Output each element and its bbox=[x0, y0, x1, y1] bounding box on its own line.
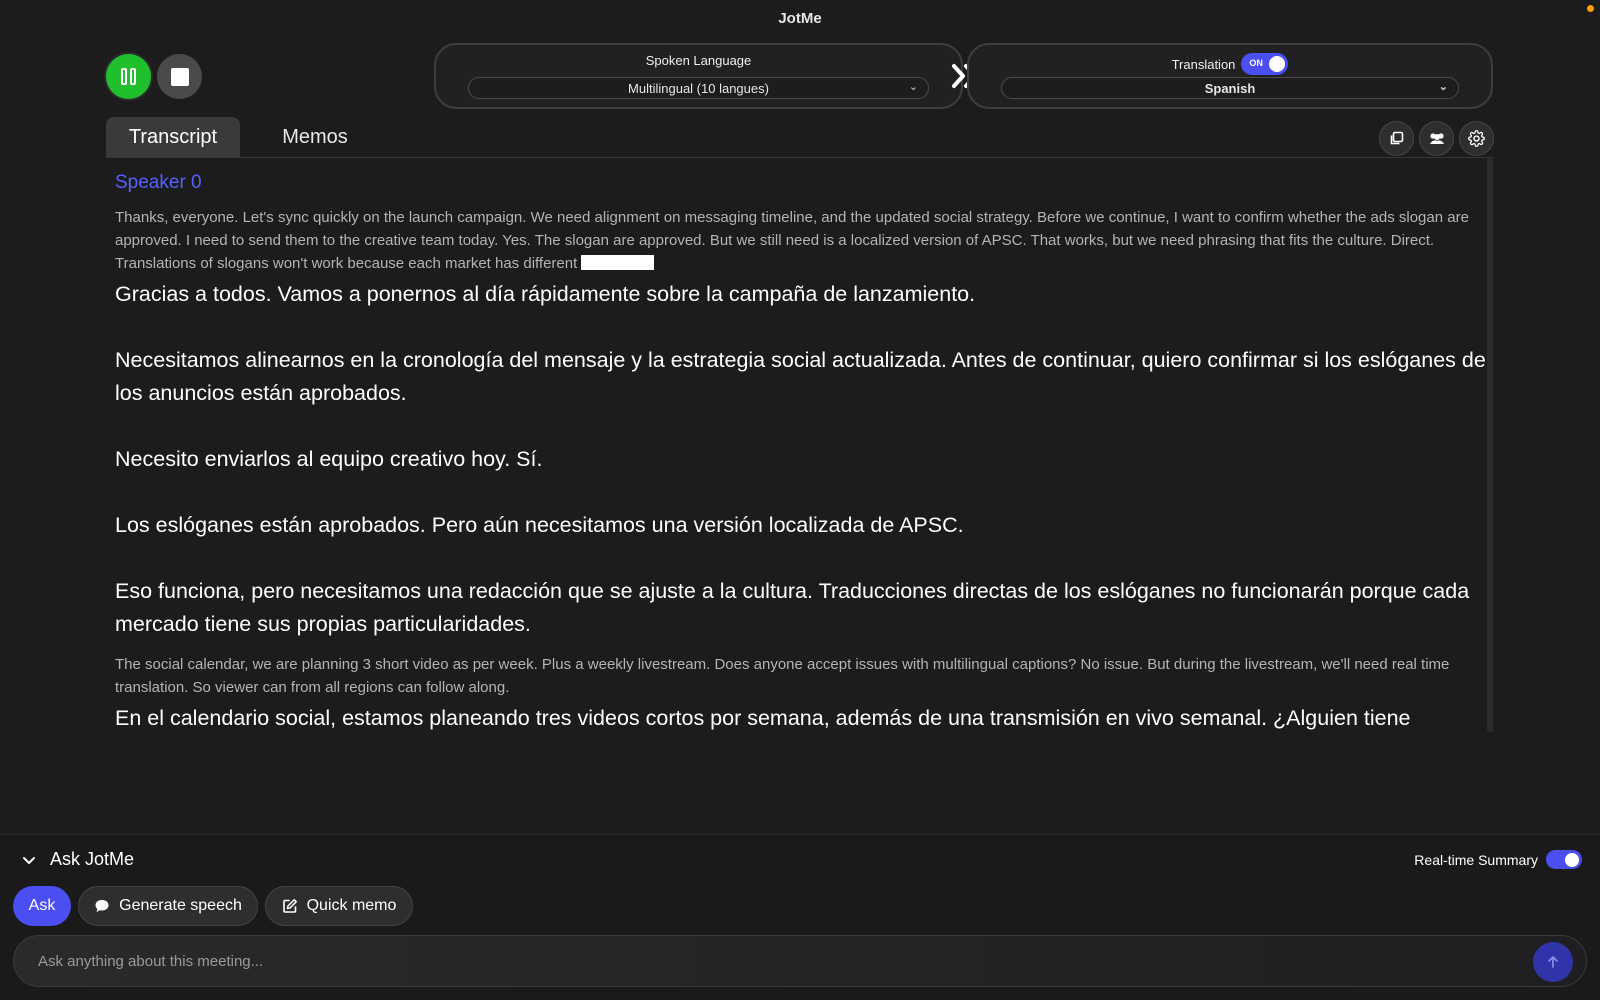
spoken-language-select[interactable]: Multilingual (10 langues) ⌄ bbox=[468, 77, 929, 99]
translated-paragraph: Eso funciona, pero necesitamos una redac… bbox=[115, 579, 1470, 636]
translation-header: Translation ON bbox=[969, 53, 1491, 75]
original-text-block: The social calendar, we are planning 3 s… bbox=[115, 653, 1486, 699]
tab-transcript-label: Transcript bbox=[128, 125, 218, 148]
translated-paragraph: En el calendario social, estamos planean… bbox=[115, 706, 1411, 730]
ask-panel: Ask JotMe Real-time Summary Ask Generate… bbox=[0, 834, 1600, 1000]
spoken-language-panel: Spoken Language Multilingual (10 langues… bbox=[434, 43, 963, 109]
settings-button[interactable] bbox=[1459, 121, 1494, 156]
live-cursor-highlight bbox=[581, 255, 655, 270]
stop-icon bbox=[170, 67, 189, 86]
ask-input-container bbox=[13, 935, 1587, 987]
tab-transcript[interactable]: Transcript bbox=[106, 117, 240, 157]
translated-paragraph: Necesito enviarlos al equipo creativo ho… bbox=[115, 447, 543, 471]
people-icon bbox=[1429, 133, 1444, 144]
translation-panel: Translation ON Spanish ⌄ bbox=[967, 43, 1493, 109]
speech-bubble-icon bbox=[95, 900, 109, 912]
generate-speech-label: Generate speech bbox=[119, 897, 242, 914]
pause-button[interactable] bbox=[106, 54, 151, 99]
copy-icon bbox=[1390, 131, 1404, 145]
ask-input[interactable] bbox=[38, 936, 1518, 986]
spoken-language-value: Multilingual (10 langues) bbox=[628, 80, 769, 96]
transcript-scrollbar[interactable] bbox=[1487, 158, 1493, 732]
generate-speech-button[interactable]: Generate speech bbox=[78, 886, 258, 926]
pause-icon bbox=[121, 68, 136, 85]
toggle-knob bbox=[1565, 852, 1579, 867]
arrow-up-icon bbox=[1548, 956, 1558, 968]
chevron-down-icon bbox=[23, 856, 35, 864]
chevron-down-icon: ⌄ bbox=[1438, 81, 1448, 93]
original-text: Thanks, everyone. Let's sync quickly on … bbox=[115, 209, 1469, 272]
quick-memo-button[interactable]: Quick memo bbox=[265, 886, 413, 926]
translated-paragraph: Los eslóganes están aprobados. Pero aún … bbox=[115, 513, 964, 537]
realtime-summary-label: Real-time Summary bbox=[1414, 851, 1538, 868]
translation-toggle[interactable]: ON bbox=[1241, 53, 1289, 75]
gear-icon bbox=[1468, 130, 1485, 147]
ask-button-label: Ask bbox=[28, 897, 56, 914]
tab-memos-label: Memos bbox=[282, 125, 348, 148]
translation-toggle-label: ON bbox=[1249, 58, 1263, 68]
tab-memos[interactable]: Memos bbox=[262, 117, 368, 157]
ask-button[interactable]: Ask bbox=[13, 886, 71, 926]
transcript-area: Speaker 0 Thanks, everyone. Let's sync q… bbox=[106, 160, 1486, 735]
ask-panel-title: Ask JotMe bbox=[50, 849, 135, 869]
quick-memo-label: Quick memo bbox=[306, 897, 397, 914]
translated-text-block: Gracias a todos. Vamos a ponernos al día… bbox=[115, 278, 1486, 641]
stop-button[interactable] bbox=[157, 54, 202, 99]
chevron-down-icon: ⌄ bbox=[908, 81, 918, 93]
copy-button[interactable] bbox=[1379, 121, 1414, 156]
translated-paragraph: Necesitamos alinearnos en la cronología … bbox=[115, 348, 1486, 405]
ask-panel-header[interactable]: Ask JotMe bbox=[20, 849, 134, 870]
toggle-knob bbox=[1269, 56, 1286, 72]
original-text: The social calendar, we are planning 3 s… bbox=[115, 656, 1450, 696]
speaker-label[interactable]: Speaker 0 bbox=[115, 172, 1486, 196]
translation-language-select[interactable]: Spanish ⌄ bbox=[1001, 77, 1459, 99]
send-button[interactable] bbox=[1533, 942, 1573, 982]
status-dot bbox=[1587, 5, 1594, 12]
translation-language-value: Spanish bbox=[1204, 80, 1256, 96]
original-text-block: Thanks, everyone. Let's sync quickly on … bbox=[115, 206, 1486, 275]
speakers-button[interactable] bbox=[1419, 121, 1454, 156]
window-title: JotMe bbox=[778, 9, 822, 27]
title-bar: JotMe bbox=[0, 0, 1600, 36]
translated-paragraph: Gracias a todos. Vamos a ponernos al día… bbox=[115, 282, 976, 306]
edit-icon bbox=[282, 899, 297, 913]
spoken-language-title: Spoken Language bbox=[645, 53, 752, 68]
translated-text-block: En el calendario social, estamos planean… bbox=[115, 702, 1486, 735]
realtime-summary-control: Real-time Summary bbox=[1414, 850, 1582, 869]
tab-divider bbox=[106, 157, 1493, 158]
realtime-summary-toggle[interactable] bbox=[1546, 850, 1582, 869]
translation-title: Translation bbox=[1171, 56, 1236, 72]
